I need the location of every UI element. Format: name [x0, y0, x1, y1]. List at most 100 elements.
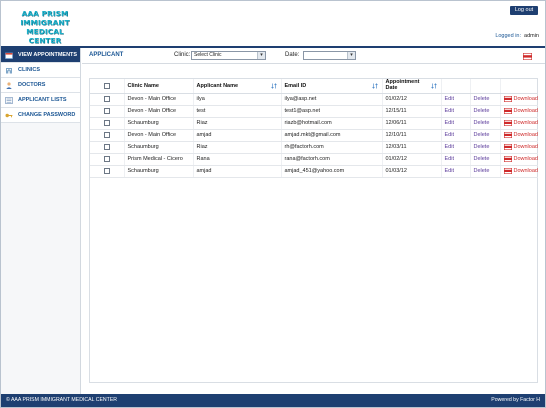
cell-edit: Edit	[440, 105, 470, 118]
cell-date: 12/03/11	[381, 141, 441, 154]
cell-edit: Edit	[440, 165, 470, 178]
row-checkbox[interactable]	[103, 143, 110, 150]
delete-link[interactable]: Delete	[474, 108, 490, 114]
download-link[interactable]: Download	[503, 143, 538, 150]
app-window: AAA PRISM IMMIGRANT MEDICAL CENTER Log o…	[0, 0, 546, 408]
sidebar-item-change-password[interactable]: CHANGE PASSWORD	[1, 108, 80, 123]
delete-link[interactable]: Delete	[474, 132, 490, 138]
cell-date: 12/10/11	[381, 129, 441, 142]
table-row: Devon - Main Office amjad amjad.mkt@gmail.…	[90, 129, 538, 142]
cell-applicant: ilya	[192, 93, 281, 106]
cell-email: amjad_451@yahoo.com	[280, 165, 382, 178]
cell-clinic: Prism Medical - Cicero	[123, 153, 193, 166]
cell-date: 12/06/11	[381, 117, 441, 130]
sort-icon[interactable]	[270, 83, 277, 89]
delete-link[interactable]: Delete	[474, 168, 490, 174]
column-header-applicant[interactable]: Applicant Name	[192, 79, 281, 94]
sidebar-item-clinics[interactable]: CLINICS	[1, 63, 80, 78]
cell-email: rh@factorh.com	[280, 141, 382, 154]
sidebar: VIEW APPOINTMENTS CLINICS DOCTORS APPLIC…	[1, 48, 81, 394]
column-header-date[interactable]: Appointment Date	[381, 79, 441, 94]
column-header-label: Applicant Name	[196, 82, 239, 89]
cell-applicant: test	[192, 105, 281, 118]
cell-download: Download	[499, 153, 538, 166]
calendar-icon	[5, 52, 13, 59]
row-select-cell	[90, 153, 124, 166]
sort-icon[interactable]	[371, 83, 378, 89]
edit-link[interactable]: Edit	[445, 120, 454, 126]
table-row: Schaumburg amjad amjad_451@yahoo.com 01/03/…	[90, 165, 538, 178]
sidebar-item-applicant-lists[interactable]: APPLICANT LISTS	[1, 93, 80, 108]
row-checkbox[interactable]	[103, 167, 110, 174]
edit-link[interactable]: Edit	[445, 156, 454, 162]
table-header-row: Clinic Name Applicant Name Email ID Appo…	[90, 79, 538, 94]
delete-link[interactable]: Delete	[474, 144, 490, 150]
row-checkbox[interactable]	[103, 119, 110, 126]
list-icon	[5, 97, 13, 104]
clinic-label: Clinic:	[174, 52, 191, 58]
pdf-icon	[503, 131, 512, 138]
column-header-email[interactable]: Email ID	[280, 79, 382, 94]
edit-link[interactable]: Edit	[445, 168, 454, 174]
edit-link[interactable]: Edit	[445, 132, 454, 138]
row-checkbox[interactable]	[103, 131, 110, 138]
column-header-delete	[469, 79, 500, 94]
edit-link[interactable]: Edit	[445, 108, 454, 114]
delete-link[interactable]: Delete	[474, 120, 490, 126]
row-checkbox[interactable]	[103, 107, 110, 114]
download-link[interactable]: Download	[503, 119, 538, 126]
download-label: Download	[513, 108, 538, 115]
cell-clinic: Schaumburg	[123, 141, 193, 154]
clinic-select[interactable]: Select Clinic ▾	[191, 51, 266, 60]
cell-download: Download	[499, 117, 538, 130]
download-label: Download	[513, 96, 538, 103]
sort-icon[interactable]	[430, 83, 437, 89]
cell-download: Download	[499, 129, 538, 142]
pdf-icon	[503, 155, 512, 162]
row-checkbox[interactable]	[103, 95, 110, 102]
cell-clinic: Schaumburg	[123, 117, 193, 130]
header: AAA PRISM IMMIGRANT MEDICAL CENTER Log o…	[1, 1, 545, 47]
sidebar-item-label: APPLICANT LISTS	[18, 97, 67, 103]
cell-edit: Edit	[440, 93, 470, 106]
key-icon	[5, 113, 13, 118]
row-checkbox[interactable]	[103, 155, 110, 162]
cell-date: 01/02/12	[381, 93, 441, 106]
cell-download: Download	[499, 93, 538, 106]
row-select-cell	[90, 117, 124, 130]
cell-clinic: Devon - Main Office	[123, 105, 193, 118]
download-link[interactable]: Download	[503, 95, 538, 103]
download-link[interactable]: Download	[503, 155, 538, 162]
cell-delete: Delete	[469, 117, 500, 130]
cell-email: rana@factorh.com	[280, 153, 382, 166]
clinic-select-value: Select Clinic	[194, 52, 222, 58]
pdf-icon	[503, 143, 512, 150]
delete-link[interactable]: Delete	[474, 96, 490, 102]
sidebar-item-label: CHANGE PASSWORD	[18, 112, 76, 118]
delete-link[interactable]: Delete	[474, 156, 490, 162]
table-row: Schaumburg Riaz rh@factorh.com 12/03/11 Edit…	[90, 141, 538, 154]
table-row: Devon - Main Office ilya ilya@asp.net 01/02…	[90, 93, 538, 106]
edit-link[interactable]: Edit	[445, 144, 454, 150]
powered-by-text: Powered by Factor H	[491, 397, 540, 403]
cell-download: Download	[499, 165, 538, 178]
appointments-table-container: Clinic Name Applicant Name Email ID Appo…	[89, 78, 538, 383]
select-all-checkbox[interactable]	[103, 82, 110, 89]
cell-clinic: Devon - Main Office	[123, 93, 193, 106]
sidebar-item-doctors[interactable]: DOCTORS	[1, 78, 80, 93]
pdf-export-icon[interactable]	[523, 53, 532, 60]
cell-clinic: Devon - Main Office	[123, 129, 193, 142]
download-link[interactable]: Download	[503, 167, 538, 174]
column-header-clinic[interactable]: Clinic Name	[123, 79, 193, 94]
edit-link[interactable]: Edit	[445, 96, 454, 102]
copyright-text: © AAA PRISM IMMIGRANT MEDICAL CENTER	[6, 397, 118, 403]
row-select-cell	[90, 165, 124, 178]
pdf-icon	[503, 95, 512, 102]
sidebar-item-view-appointments[interactable]: VIEW APPOINTMENTS	[1, 48, 80, 63]
download-link[interactable]: Download	[503, 107, 538, 115]
download-link[interactable]: Download	[503, 131, 538, 138]
column-header-edit	[440, 79, 470, 94]
sidebar-item-label: DOCTORS	[18, 82, 46, 88]
date-select[interactable]: ▾	[303, 51, 356, 60]
logout-button[interactable]: Log out	[510, 6, 538, 15]
